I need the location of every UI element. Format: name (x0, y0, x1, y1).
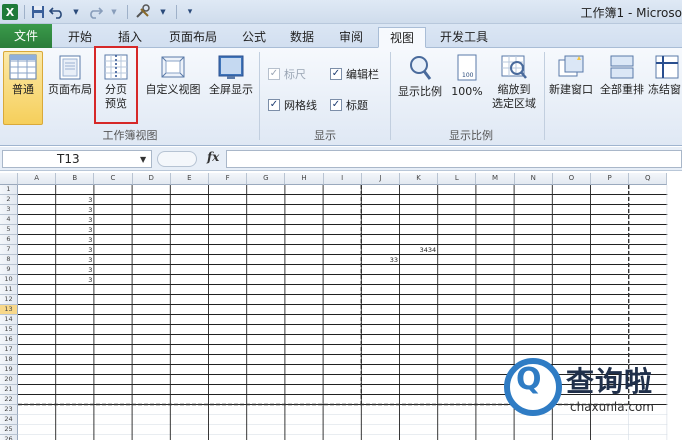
normal-view-label: 普通 (12, 83, 34, 96)
page-100-badge: 100 (462, 72, 474, 79)
normal-view-icon (9, 54, 37, 80)
tab-data[interactable]: 数据 (280, 27, 324, 48)
zoom-group-label: 显示比例 (449, 129, 493, 142)
tab-review[interactable]: 审阅 (328, 27, 374, 48)
title-bar: X ▼ ▼ ▼ ▾ 工作簿1 - Microso (0, 0, 682, 24)
cell-b8[interactable]: 3 (57, 256, 92, 264)
headings-checkbox[interactable]: ✓ 标题 (330, 97, 368, 113)
new-window-label: 新建窗口 (549, 83, 593, 96)
watermark: Q 查询啦 chaxunla.com (502, 352, 682, 432)
tab-insert[interactable]: 插入 (108, 27, 152, 48)
undo-icon[interactable] (49, 3, 65, 21)
zoom-100-button[interactable]: 100 100% (448, 54, 486, 99)
workbook-views-group-label: 工作簿视图 (102, 129, 158, 142)
gridlines-check: ✓ (268, 99, 280, 111)
formula-bar: T13 ▼ fx (0, 147, 682, 171)
ruler-label: 标尺 (284, 68, 306, 81)
page-100-icon: 100 (457, 54, 477, 81)
cell-b5[interactable]: 3 (57, 226, 92, 234)
headings-check: ✓ (330, 99, 342, 111)
zoom-100-label: 100% (451, 85, 483, 98)
group-separator (259, 52, 260, 140)
name-box-dropdown-icon[interactable]: ▼ (140, 155, 146, 164)
zoom-selection-label-2: 选定区域 (492, 97, 536, 110)
headings-label: 标题 (346, 99, 368, 112)
qat-separator (127, 5, 128, 19)
tab-page-layout[interactable]: 页面布局 (158, 27, 228, 48)
ribbon-tabs: 文件 开始 插入 页面布局 公式 数据 审阅 视图 开发工具 (0, 24, 682, 48)
arrange-all-button[interactable]: 全部重排 (597, 54, 647, 97)
customize-qat-icon[interactable]: ▾ (183, 3, 197, 21)
zoom-to-selection-button[interactable]: 缩放到 选定区域 (486, 54, 542, 111)
page-layout-view-label: 页面布局 (48, 83, 92, 96)
magnifier-icon (410, 56, 432, 80)
name-box[interactable]: T13 (2, 150, 152, 168)
excel-window: X ▼ ▼ ▼ ▾ 工作簿1 - Microso 文件 开始 插入 页面布局 公… (0, 0, 682, 440)
tab-developer[interactable]: 开发工具 (432, 27, 496, 48)
tools-icon[interactable] (134, 3, 152, 21)
freeze-panes-button[interactable]: 冻结窗 (648, 54, 682, 97)
normal-view-button[interactable]: 普通 (4, 54, 42, 97)
watermark-logo-glyph: Q (516, 362, 542, 397)
zoom-selection-icon (501, 55, 527, 79)
ruler-check: ✓ (268, 68, 280, 80)
tab-home[interactable]: 开始 (58, 27, 102, 48)
gridlines-checkbox[interactable]: ✓ 网格线 (268, 97, 317, 113)
tab-file[interactable]: 文件 (0, 24, 52, 48)
custom-views-button[interactable]: 自定义视图 (142, 54, 204, 97)
cell-j8[interactable]: 33 (363, 256, 398, 264)
formula-bar-label: 编辑栏 (346, 68, 379, 81)
cell-b10[interactable]: 3 (57, 276, 92, 284)
full-screen-icon (218, 55, 244, 79)
new-window-button[interactable]: 新建窗口 (546, 54, 596, 97)
redo-dropdown-icon[interactable]: ▼ (107, 3, 121, 21)
quick-access-toolbar: X ▼ ▼ ▼ ▾ (0, 0, 197, 24)
cell-b7[interactable]: 3 (57, 246, 92, 254)
cell-k7[interactable]: 3434 (401, 246, 437, 254)
custom-views-label: 自定义视图 (145, 83, 201, 96)
custom-views-icon (161, 56, 185, 78)
zoom-selection-label-1: 缩放到 (497, 83, 531, 96)
formula-cancel-enter-area (157, 151, 197, 167)
tools-dropdown-icon[interactable]: ▼ (156, 3, 170, 21)
formula-input[interactable] (226, 150, 682, 168)
cell-b6[interactable]: 3 (57, 236, 92, 244)
arrange-all-label: 全部重排 (600, 83, 644, 96)
ruler-checkbox[interactable]: ✓ 标尺 (268, 66, 306, 82)
highlight-box (94, 46, 138, 124)
window-title: 工作簿1 - Microso (580, 6, 682, 20)
formula-bar-check: ✓ (330, 68, 342, 80)
group-separator (390, 52, 391, 140)
qat-separator (176, 5, 177, 19)
zoom-label: 显示比例 (398, 85, 442, 98)
zoom-button[interactable]: 显示比例 (394, 54, 446, 99)
arrange-all-icon (610, 55, 634, 79)
watermark-chinese-text: 查询啦 (566, 365, 654, 398)
full-screen-label: 全屏显示 (209, 83, 253, 96)
undo-dropdown-icon[interactable]: ▼ (69, 3, 83, 21)
cell-b2[interactable]: 3 (57, 196, 92, 204)
qat-separator (24, 5, 25, 19)
page-layout-view-icon (59, 55, 81, 80)
formula-bar-checkbox[interactable]: ✓ 编辑栏 (330, 66, 379, 82)
page-layout-view-button[interactable]: 页面布局 (46, 54, 94, 97)
tab-formulas[interactable]: 公式 (232, 27, 276, 48)
full-screen-button[interactable]: 全屏显示 (206, 54, 256, 97)
watermark-url: chaxunla.com (570, 400, 654, 414)
show-group-label: 显示 (314, 129, 336, 142)
group-separator (544, 52, 545, 140)
insert-function-icon[interactable]: fx (207, 150, 219, 164)
cell-b4[interactable]: 3 (57, 216, 92, 224)
new-window-icon (558, 55, 584, 77)
freeze-panes-label: 冻结窗 (648, 83, 681, 96)
cell-b3[interactable]: 3 (57, 206, 92, 214)
tab-view[interactable]: 视图 (378, 27, 426, 48)
redo-icon[interactable] (87, 3, 103, 21)
gridlines-label: 网格线 (284, 99, 317, 112)
cell-b9[interactable]: 3 (57, 266, 92, 274)
save-icon[interactable] (31, 3, 45, 21)
excel-logo-icon[interactable]: X (2, 4, 18, 20)
freeze-panes-icon (655, 55, 679, 79)
